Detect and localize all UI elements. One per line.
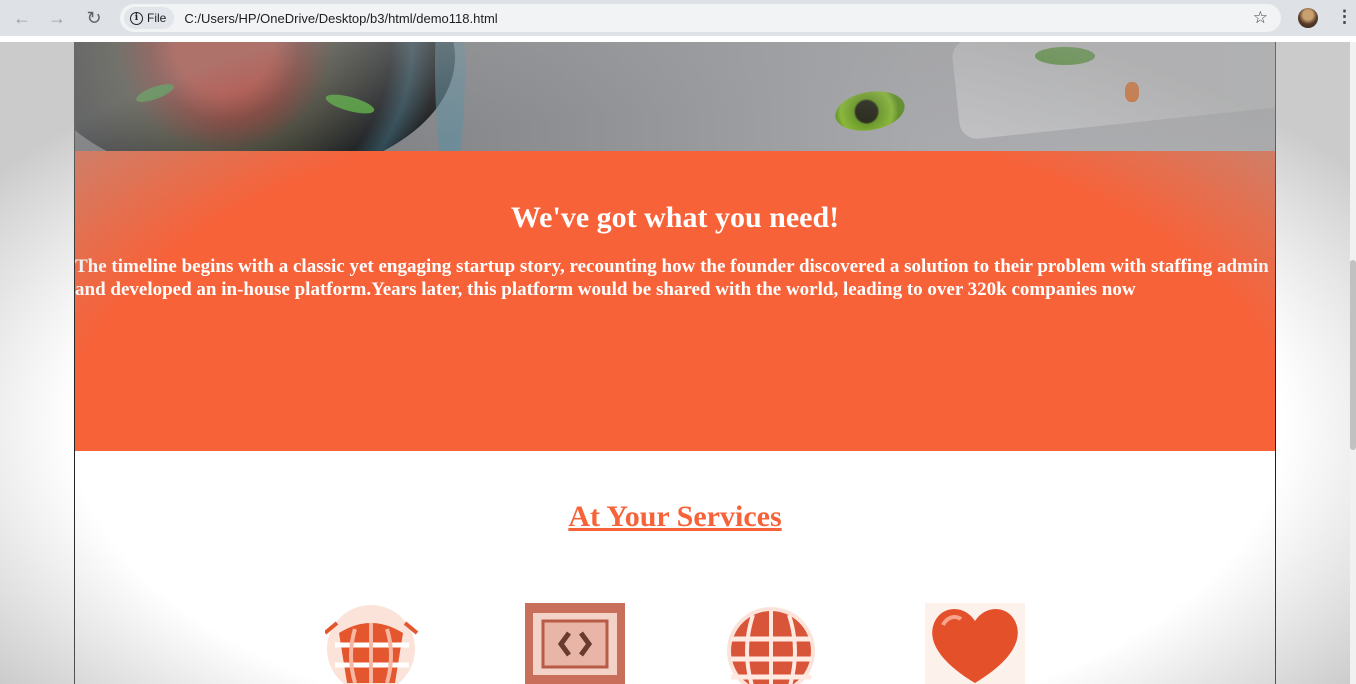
page-viewport: We've got what you need! The timeline be… bbox=[0, 42, 1356, 684]
info-icon: i bbox=[130, 11, 143, 25]
scrollbar[interactable] bbox=[1350, 42, 1356, 684]
hero-food-image bbox=[75, 42, 1275, 151]
services-title[interactable]: At Your Services bbox=[75, 500, 1275, 534]
heart-icon bbox=[925, 603, 1025, 684]
globe-icon bbox=[325, 603, 425, 684]
need-title: We've got what you need! bbox=[510, 201, 840, 234]
site-info-label: File bbox=[147, 11, 167, 25]
back-icon[interactable]: ← bbox=[7, 3, 37, 33]
need-section: We've got what you need! The timeline be… bbox=[75, 151, 1275, 451]
profile-avatar[interactable] bbox=[1298, 8, 1318, 28]
forward-icon[interactable]: → bbox=[42, 3, 72, 33]
browser-toolbar: ← → ↻ i File C:/Users/HP/OneDrive/Deskto… bbox=[0, 0, 1356, 36]
page-container: We've got what you need! The timeline be… bbox=[74, 42, 1276, 684]
site-info-chip[interactable]: i File bbox=[124, 7, 175, 29]
bookmark-star-icon[interactable]: ☆ bbox=[1253, 8, 1268, 28]
code-icon bbox=[525, 603, 625, 684]
need-text: The timeline begins with a classic yet e… bbox=[75, 256, 1269, 300]
scrollbar-thumb[interactable] bbox=[1350, 260, 1356, 450]
kebab-menu-icon[interactable]: ⋮ bbox=[1336, 7, 1353, 27]
address-url[interactable]: C:/Users/HP/OneDrive/Desktop/b3/html/dem… bbox=[184, 11, 497, 26]
world-grid-icon bbox=[725, 603, 825, 684]
reload-icon[interactable]: ↻ bbox=[79, 3, 109, 33]
address-bar[interactable]: i File C:/Users/HP/OneDrive/Desktop/b3/h… bbox=[120, 4, 1281, 32]
